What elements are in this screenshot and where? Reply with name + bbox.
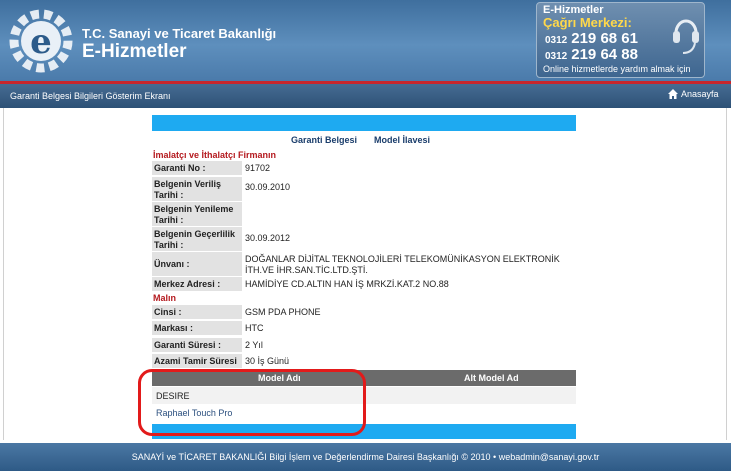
nav-bar: Garanti Belgesi Bilgileri Gösterim Ekran… (0, 84, 731, 108)
phone-num-1: 219 68 61 (571, 30, 638, 47)
field-row-markasi: Markası : HTC (152, 321, 576, 335)
field-label: Garanti No : (152, 161, 242, 175)
field-row-verilis-tarihi: Belgenin Veriliş Tarihi : 30.09.2010 (152, 177, 576, 201)
tab-bar: Garanti Belgesi Model İlavesi (152, 133, 576, 149)
home-link[interactable]: Anasayfa (668, 89, 719, 99)
phone-area-1: 0312 (545, 35, 568, 46)
field-row-tamir-suresi: Azami Tamir Süresi : 30 İş Günü (152, 354, 576, 377)
footer-text: SANAYİ ve TİCARET BAKANLIĞI Bilgi İşlem … (131, 452, 600, 462)
org-title: T.C. Sanayi ve Ticaret Bakanlığı (82, 26, 277, 41)
field-row-merkez-adresi: Merkez Adresi : HAMİDİYE CD.ALTIN HAN İŞ… (152, 277, 576, 291)
field-value: DOĞANLAR DİJİTAL TEKNOLOJİLERİ TELEKOMÜN… (245, 254, 560, 275)
app-title: E-Hizmetler (82, 41, 187, 62)
home-link-label: Anasayfa (681, 89, 719, 99)
field-value: 30.09.2010 (245, 182, 291, 192)
callbox-note: Online hizmetlerde yardım almak için (543, 64, 691, 74)
home-icon (668, 89, 678, 99)
section-firm-title: İmalatçı ve İthalatçı Firmanın (153, 150, 277, 160)
site-header: e T.C. Sanayi ve Ticaret Bakanlığı E-Hiz… (0, 0, 731, 84)
site-footer: SANAYİ ve TİCARET BAKANLIĞI Bilgi İşlem … (0, 443, 731, 471)
call-center-box: E-Hizmetler Çağrı Merkezi: 0312 219 68 61… (536, 2, 705, 78)
tab-model-ilavesi[interactable]: Model İlavesi (374, 135, 430, 145)
field-label: Belgenin Veriliş Tarihi : (152, 177, 242, 201)
page-title: Garanti Belgesi Bilgileri Gösterim Ekran… (10, 91, 171, 101)
field-label: Markası : (152, 321, 242, 335)
field-value: HTC (245, 323, 264, 333)
field-value: HAMİDİYE CD.ALTIN HAN İŞ MRKZİ.KAT.2 NO.… (245, 279, 449, 289)
field-row-yenileme-tarihi: Belgenin Yenileme Tarihi : (152, 202, 576, 226)
field-value: GSM PDA PHONE (245, 307, 321, 317)
field-label: Cinsi : (152, 305, 242, 319)
field-value: 91702 (245, 163, 271, 173)
field-label: Garanti Süresi : (152, 338, 242, 352)
tab-garanti-belgesi[interactable]: Garanti Belgesi (291, 135, 357, 145)
field-row-garanti-no: Garanti No : 91702 (152, 161, 576, 175)
field-label: Ünvanı : (152, 252, 242, 276)
section-product-title: Malın (153, 293, 177, 303)
submodel-column-header: Alt Model Ad (464, 373, 519, 383)
field-label: Merkez Adresi : (152, 277, 242, 291)
field-label: Belgenin Yenileme Tarihi : (152, 202, 242, 226)
field-label: Azami Tamir Süresi : (152, 354, 242, 377)
field-row-garanti-suresi: Garanti Süresi : 2 Yıl (152, 338, 576, 352)
field-value: 30 İş Günü (245, 356, 290, 366)
phone-number-2: 0312 219 64 88 (545, 46, 638, 63)
svg-text:e: e (30, 22, 52, 62)
field-value: 30.09.2012 (245, 233, 291, 243)
field-row-cinsi: Cinsi : GSM PDA PHONE (152, 305, 576, 319)
headset-icon (673, 19, 699, 54)
red-highlight-annotation (138, 369, 366, 436)
phone-number-1: 0312 219 68 61 (545, 30, 638, 47)
phone-area-2: 0312 (545, 51, 568, 62)
callbox-center-label: Çağrı Merkezi: (543, 15, 632, 30)
field-row-gecerlilik-tarihi: Belgenin Geçerlilik Tarihi : 30.09.2012 (152, 227, 576, 251)
field-value: 2 Yıl (245, 340, 263, 350)
phone-num-2: 219 64 88 (571, 46, 638, 63)
panel-top-bar (152, 115, 576, 131)
e-hizmetler-logo-icon: e (9, 9, 73, 73)
field-row-unvani: Ünvanı : DOĞANLAR DİJİTAL TEKNOLOJİLERİ … (152, 252, 576, 276)
field-label: Belgenin Geçerlilik Tarihi : (152, 227, 242, 251)
